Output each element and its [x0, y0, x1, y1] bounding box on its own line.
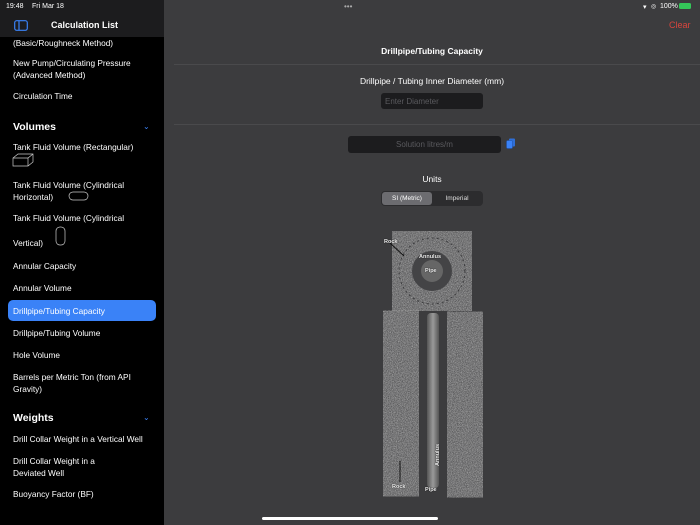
section-weights[interactable]: Weights: [13, 412, 54, 424]
divider: [174, 64, 700, 65]
pipe-label-vertical: Pipe: [425, 487, 437, 493]
annulus-label: Annulus: [419, 254, 441, 260]
list-item[interactable]: Drill Collar Weight in a Vertical Well: [13, 433, 158, 445]
chevron-down-icon[interactable]: ⌄: [143, 122, 150, 131]
wellbore-diagram: [386, 237, 480, 488]
rectangular-tank-icon: [12, 153, 34, 167]
list-item[interactable]: (Basic/Roughneck Method): [13, 37, 158, 49]
vertical-cylinder-icon: [55, 226, 66, 246]
rock-left: [386, 326, 416, 481]
rock-right: [450, 327, 480, 482]
status-date: Fri Mar 18: [32, 3, 64, 10]
horizontal-cylinder-icon: [68, 191, 89, 201]
list-item[interactable]: Hole Volume: [13, 349, 158, 361]
page-title: Drillpipe/Tubing Capacity: [381, 46, 483, 56]
battery-percent: 100%: [660, 3, 678, 10]
solution-field: Solution litres/m: [348, 136, 501, 153]
list-item[interactable]: Annular Volume: [13, 282, 158, 294]
section-volumes[interactable]: Volumes: [13, 121, 56, 133]
list-item[interactable]: Tank Fluid Volume (Rectangular): [13, 141, 158, 153]
list-item[interactable]: Buoyancy Factor (BF): [13, 488, 158, 500]
list-item[interactable]: New Pump/Circulating Pressure (Advanced …: [13, 57, 158, 81]
list-item[interactable]: Drill Collar Weight in a Deviated Well: [13, 455, 113, 479]
home-indicator[interactable]: [262, 517, 438, 520]
orientation-lock-icon: ◎: [651, 4, 657, 10]
unit-si-metric[interactable]: SI (Metric): [382, 192, 432, 205]
diameter-input[interactable]: Enter Diameter: [381, 93, 483, 109]
list-item[interactable]: Barrels per Metric Ton (from API Gravity…: [13, 371, 133, 395]
sidebar-header: 19:48 Fri Mar 18 Calculation List: [0, 0, 164, 37]
list-item-selected[interactable]: Drillpipe/Tubing Capacity: [13, 305, 158, 317]
list-item[interactable]: Tank Fluid Volume (Cylindrical: [13, 212, 158, 224]
list-item[interactable]: Vertical): [13, 237, 158, 249]
wifi-icon: ▾: [643, 4, 647, 11]
units-segmented-control: SI (Metric) Imperial: [381, 191, 483, 206]
sidebar: (Basic/Roughneck Method) New Pump/Circul…: [0, 0, 164, 525]
rock-label: Rock: [384, 239, 398, 245]
divider: [174, 124, 700, 125]
multitask-dots[interactable]: •••: [344, 2, 352, 11]
list-item[interactable]: Annular Capacity: [13, 260, 158, 272]
battery-icon: [679, 3, 691, 9]
annulus-label-vertical: Annulus: [435, 444, 441, 466]
sidebar-title: Calculation List: [51, 20, 119, 30]
clear-button[interactable]: Clear: [669, 20, 691, 30]
chevron-down-icon[interactable]: ⌄: [143, 413, 150, 422]
unit-imperial[interactable]: Imperial: [432, 192, 482, 205]
status-time: 19:48: [6, 3, 24, 10]
input-label: Drillpipe / Tubing Inner Diameter (mm): [359, 76, 505, 86]
pipe-label: Pipe: [425, 268, 437, 274]
list-item[interactable]: Circulation Time: [13, 90, 158, 102]
rock-label-vertical: Rock: [392, 484, 406, 490]
units-label: Units: [422, 174, 442, 184]
copy-icon[interactable]: [506, 138, 516, 149]
sidebar-toggle-icon[interactable]: [14, 20, 28, 31]
list-item[interactable]: Drillpipe/Tubing Volume: [13, 327, 158, 339]
